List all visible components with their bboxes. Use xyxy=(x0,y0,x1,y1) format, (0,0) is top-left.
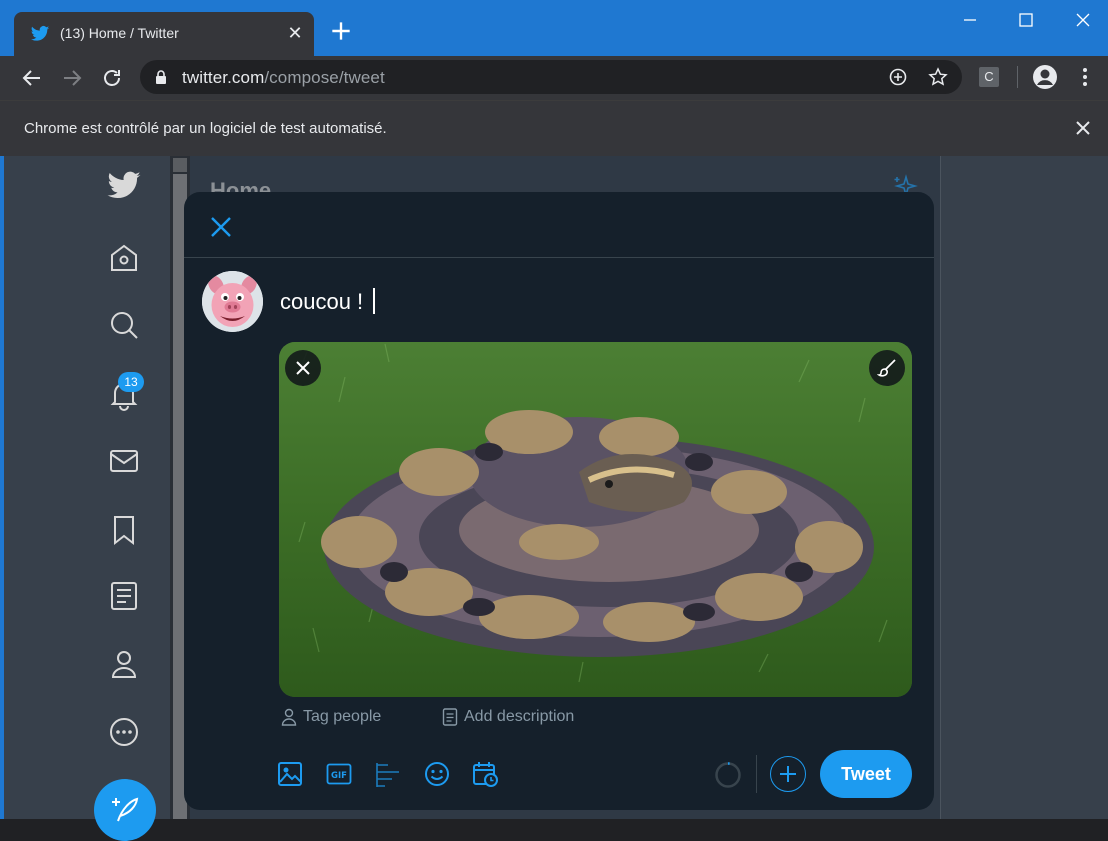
reload-icon[interactable] xyxy=(100,66,124,90)
tab-title: (13) Home / Twitter xyxy=(60,25,179,41)
media-icon[interactable] xyxy=(276,760,304,788)
scroll-up-arrow[interactable] xyxy=(173,158,187,172)
back-icon[interactable] xyxy=(20,66,44,90)
lock-icon[interactable] xyxy=(154,69,168,85)
pig-avatar-image xyxy=(202,271,263,332)
maximize-icon[interactable] xyxy=(1014,8,1038,32)
bookmarks-icon[interactable] xyxy=(106,512,142,548)
infobar-close-icon[interactable] xyxy=(1074,119,1092,137)
add-description-link[interactable]: Add description xyxy=(442,708,574,726)
browser-toolbar: twitter.com/compose/tweet C xyxy=(0,56,1108,100)
minimize-icon[interactable] xyxy=(958,8,982,32)
toolbar-divider xyxy=(756,755,757,793)
brush-icon xyxy=(877,359,896,377)
profile-icon[interactable] xyxy=(106,646,142,682)
tag-people-link[interactable]: Tag people xyxy=(281,708,381,726)
lists-icon[interactable] xyxy=(106,578,142,614)
bookmark-star-icon[interactable] xyxy=(928,67,948,87)
avatar[interactable] xyxy=(202,271,263,332)
emoji-icon[interactable] xyxy=(423,760,451,788)
character-count-ring xyxy=(715,762,741,788)
tweet-button[interactable]: Tweet xyxy=(820,750,912,798)
url-text: twitter.com/compose/tweet xyxy=(182,68,385,87)
gif-icon[interactable]: GIF xyxy=(325,760,353,788)
remove-media-button[interactable] xyxy=(285,350,321,386)
explore-icon[interactable] xyxy=(106,307,142,343)
attached-image xyxy=(279,342,912,697)
person-icon xyxy=(281,708,297,726)
profile-avatar-icon[interactable] xyxy=(1032,64,1058,90)
text-caret xyxy=(373,288,376,315)
menu-kebab-icon[interactable] xyxy=(1074,65,1096,89)
sidebar xyxy=(4,156,170,819)
toolbar-divider xyxy=(1017,66,1018,88)
poll-icon[interactable] xyxy=(374,760,402,788)
snake-photo xyxy=(279,342,912,697)
window-close-icon[interactable] xyxy=(1071,8,1095,32)
automation-infobar: Chrome est contrôlé par un logiciel de t… xyxy=(0,100,1108,156)
close-icon xyxy=(296,361,310,375)
svg-text:GIF: GIF xyxy=(331,771,347,781)
infobar-text: Chrome est contrôlé par un logiciel de t… xyxy=(24,120,387,137)
twitter-logo-icon[interactable] xyxy=(106,168,142,204)
edit-media-button[interactable] xyxy=(869,350,905,386)
modal-header xyxy=(184,192,934,258)
schedule-icon[interactable] xyxy=(471,760,499,788)
document-icon xyxy=(442,708,458,726)
extension-icon[interactable]: C xyxy=(979,67,999,87)
messages-icon[interactable] xyxy=(106,443,142,479)
forward-icon[interactable] xyxy=(60,66,84,90)
add-tweet-button[interactable] xyxy=(770,756,806,792)
more-icon[interactable] xyxy=(106,714,142,750)
browser-titlebar: (13) Home / Twitter ✕ xyxy=(0,0,1108,56)
feather-icon xyxy=(112,797,139,822)
tweet-text-input[interactable]: coucou ! xyxy=(280,288,376,316)
home-icon[interactable] xyxy=(106,240,142,276)
compose-modal: coucou ! Tag people Add description GIF … xyxy=(184,192,934,810)
compose-tweet-button[interactable] xyxy=(94,779,156,841)
notifications-badge: 13 xyxy=(118,372,144,392)
modal-close-icon[interactable] xyxy=(206,212,236,242)
twitter-favicon-icon xyxy=(30,26,50,41)
browser-tab[interactable]: (13) Home / Twitter ✕ xyxy=(14,12,314,56)
address-bar[interactable]: twitter.com/compose/tweet xyxy=(140,60,962,94)
tab-close-icon[interactable]: ✕ xyxy=(286,22,304,44)
new-tab-icon[interactable] xyxy=(328,18,354,44)
zoom-add-icon[interactable] xyxy=(888,67,908,87)
plus-icon xyxy=(780,766,796,782)
